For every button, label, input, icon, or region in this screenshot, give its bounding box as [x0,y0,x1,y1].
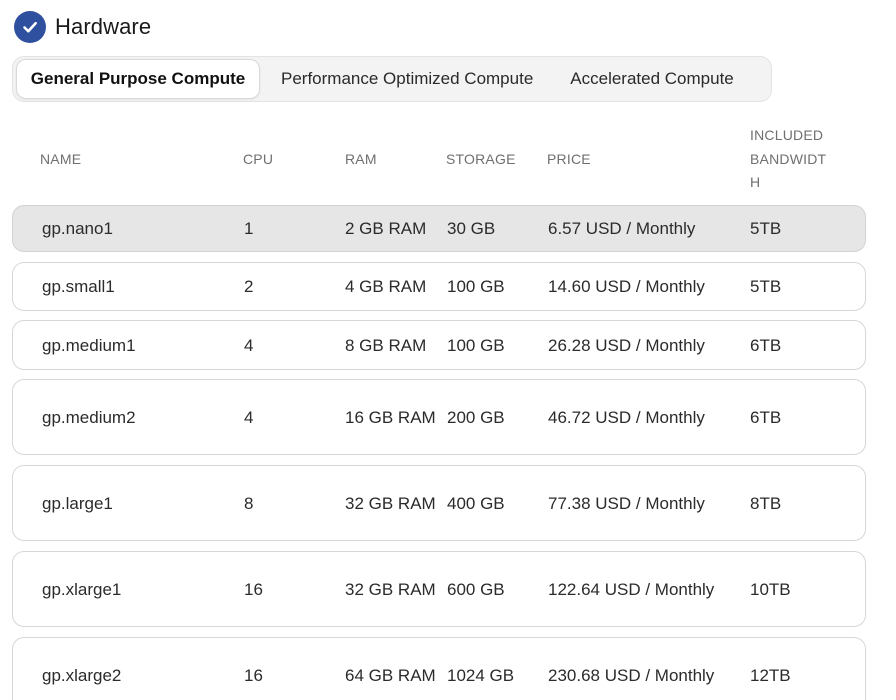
row-storage: 1024 GB [447,665,515,685]
row-cpu: 2 [244,277,254,296]
table-row[interactable]: gp.medium2 4 16 GB RAM 200 GB 46.72 USD … [12,379,866,455]
row-bandwidth: 10TB [750,579,791,599]
row-name: gp.xlarge1 [42,579,122,599]
row-bandwidth: 6TB [750,407,782,427]
tab-general-purpose-compute[interactable]: General Purpose Compute [16,59,260,99]
compute-type-tabs: General Purpose Compute Performance Opti… [12,56,772,102]
column-header-storage: STORAGE [446,151,516,167]
row-name: gp.xlarge2 [42,665,122,685]
hardware-page: Hardware General Purpose Compute Perform… [0,0,896,700]
row-cpu: 16 [244,665,263,685]
row-price: 230.68 USD / Monthly [548,665,715,685]
row-ram: 32 GB RAM [345,579,436,599]
section-title: Hardware [55,14,152,39]
table-row[interactable]: gp.small1 2 4 GB RAM 100 GB 14.60 USD / … [12,262,866,311]
row-ram: 64 GB RAM [345,665,436,685]
row-bandwidth: 12TB [750,665,791,685]
column-header-cpu: CPU [243,151,274,167]
column-header-name: NAME [40,151,82,167]
table-row[interactable]: gp.medium1 4 8 GB RAM 100 GB 26.28 USD /… [12,320,866,370]
tab-performance-optimized-compute[interactable]: Performance Optimized Compute [281,59,533,99]
row-name: gp.medium1 [42,335,136,355]
row-storage: 200 GB [447,407,505,427]
table-row[interactable]: gp.xlarge1 16 32 GB RAM 600 GB 122.64 US… [12,551,866,627]
row-ram: 16 GB RAM [345,407,436,427]
row-name: gp.large1 [42,493,113,513]
hardware-section-header: Hardware [14,10,151,44]
row-ram: 8 GB RAM [345,335,427,355]
table-row[interactable]: gp.nano1 1 2 GB RAM 30 GB 6.57 USD / Mon… [12,205,866,252]
row-price: 46.72 USD / Monthly [548,407,705,427]
row-cpu: 4 [244,407,254,427]
row-ram: 2 GB RAM [345,219,427,238]
row-storage: 100 GB [447,335,505,355]
row-cpu: 16 [244,579,263,599]
row-price: 6.57 USD / Monthly [548,219,696,238]
tab-accelerated-compute[interactable]: Accelerated Compute [570,59,733,99]
row-cpu: 8 [244,493,254,513]
row-name: gp.nano1 [42,219,113,238]
row-price: 26.28 USD / Monthly [548,335,705,355]
row-storage: 400 GB [447,493,505,513]
table-row[interactable]: gp.xlarge2 16 64 GB RAM 1024 GB 230.68 U… [12,637,866,700]
row-bandwidth: 8TB [750,493,782,513]
column-header-ram: RAM [345,151,377,167]
row-storage: 30 GB [447,219,496,238]
row-price: 122.64 USD / Monthly [548,579,715,599]
row-bandwidth: 5TB [750,219,782,238]
row-storage: 600 GB [447,579,505,599]
row-bandwidth: 6TB [750,335,782,355]
column-header-included-bandwidth: INCLUDED BANDWIDTH [750,127,827,190]
table-row[interactable]: gp.large1 8 32 GB RAM 400 GB 77.38 USD /… [12,465,866,541]
column-header-price: PRICE [547,151,591,167]
row-price: 14.60 USD / Monthly [548,277,705,296]
check-circle-icon [14,11,46,43]
row-name: gp.small1 [42,277,115,296]
row-ram: 32 GB RAM [345,493,436,513]
row-name: gp.medium2 [42,407,136,427]
row-ram: 4 GB RAM [345,277,427,296]
row-price: 77.38 USD / Monthly [548,493,705,513]
row-storage: 100 GB [447,277,505,296]
row-bandwidth: 5TB [750,277,782,296]
row-cpu: 4 [244,335,254,355]
row-cpu: 1 [244,219,254,238]
